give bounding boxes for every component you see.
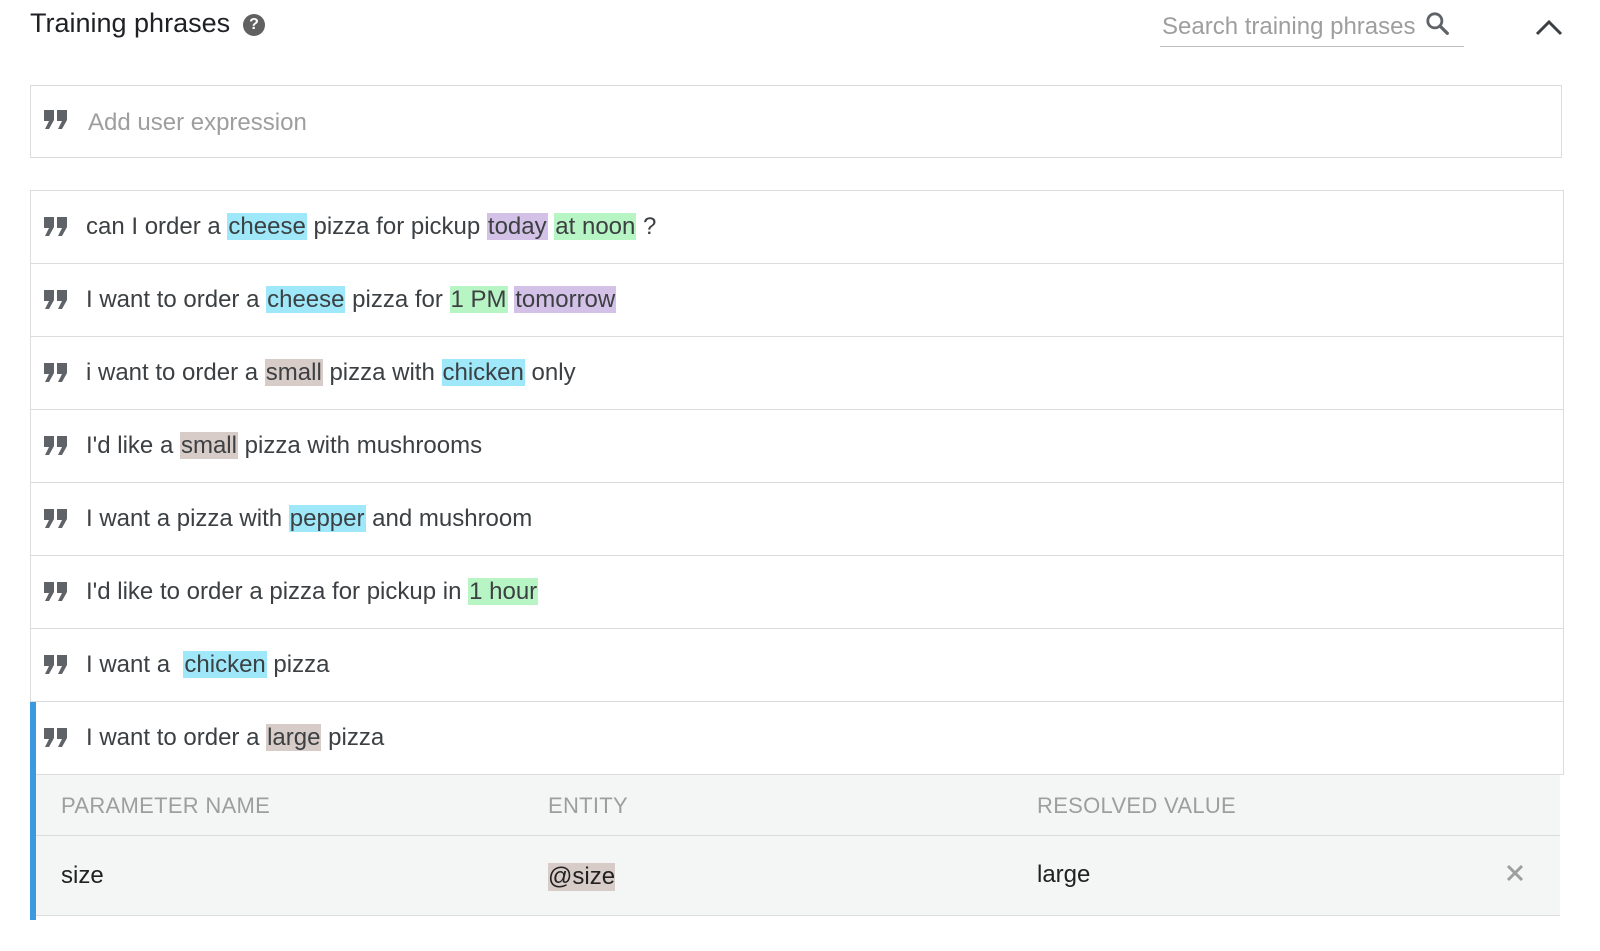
phrase-segment: I want to order a xyxy=(86,286,267,313)
entity-header: ENTITY xyxy=(548,793,629,818)
training-phrase-text[interactable]: i want to order a small pizza with chick… xyxy=(86,356,576,390)
training-phrase-row[interactable]: I want a chicken pizza xyxy=(30,629,1564,702)
quote-icon xyxy=(44,217,67,236)
quote-icon xyxy=(44,728,67,747)
search-icon[interactable] xyxy=(1424,10,1450,36)
phrase-segment: I'd like to order a pizza for pickup in xyxy=(86,578,469,605)
annotated-entity[interactable]: small xyxy=(264,359,323,386)
parameter-entity[interactable]: @size xyxy=(548,863,616,891)
training-phrase-text[interactable]: I want to order a large pizza xyxy=(86,721,384,755)
annotated-entity[interactable]: cheese xyxy=(227,213,307,240)
phrase-segment: pizza for pickup xyxy=(306,213,487,240)
phrase-segment: I want a xyxy=(86,651,184,678)
add-user-expression xyxy=(30,85,1562,158)
search-box xyxy=(1160,6,1464,47)
training-phrase-text[interactable]: I want a pizza with pepper and mushroom xyxy=(86,502,532,536)
phrase-segment: pizza for xyxy=(345,286,450,313)
phrase-segment: I want to order a xyxy=(86,724,267,751)
training-phrase-text[interactable]: I'd like to order a pizza for pickup in … xyxy=(86,575,539,609)
training-phrase-text[interactable]: I want to order a cheese pizza for 1 PM … xyxy=(86,283,617,317)
parameter-row[interactable]: size @size large xyxy=(36,836,1560,914)
parameter-table-header: PARAMETER NAME ENTITY RESOLVED VALUE xyxy=(36,775,1560,836)
phrase-segment: ? xyxy=(636,213,657,240)
parameter-resolved-value[interactable]: large xyxy=(1037,861,1090,889)
annotated-entity[interactable]: chicken xyxy=(441,359,525,386)
training-phrase-row[interactable]: I'd like to order a pizza for pickup in … xyxy=(30,556,1564,629)
training-phrase-text[interactable]: can I order a cheese pizza for pickup to… xyxy=(86,210,656,244)
phrase-segment: pizza with mushrooms xyxy=(237,432,483,459)
training-phrase-list: can I order a cheese pizza for pickup to… xyxy=(30,190,1564,775)
add-expression-input[interactable] xyxy=(86,104,1490,142)
quote-icon xyxy=(44,110,67,129)
training-phrase-row[interactable]: can I order a cheese pizza for pickup to… xyxy=(30,191,1564,264)
phrase-segment: pizza xyxy=(266,651,330,678)
training-phrase-text[interactable]: I want a chicken pizza xyxy=(86,648,329,682)
annotated-entity[interactable]: cheese xyxy=(266,286,346,313)
quote-icon xyxy=(44,582,67,601)
close-icon[interactable] xyxy=(1504,862,1526,884)
phrase-segment: I want a pizza with xyxy=(86,505,289,532)
annotated-entity[interactable]: at noon xyxy=(554,213,637,240)
quote-icon xyxy=(44,655,67,674)
annotated-entity[interactable]: large xyxy=(266,724,322,751)
phrase-segment: I'd like a xyxy=(86,432,180,459)
quote-icon xyxy=(44,509,67,528)
parameter-name[interactable]: size xyxy=(61,862,104,890)
training-phrase-row[interactable]: I want to order a cheese pizza for 1 PM … xyxy=(30,264,1564,337)
phrase-segment: and mushroom xyxy=(365,505,533,532)
phrase-segment: only xyxy=(524,359,576,386)
phrase-segment: can I order a xyxy=(86,213,228,240)
training-phrase-text[interactable]: I'd like a small pizza with mushrooms xyxy=(86,429,482,463)
quote-icon xyxy=(44,436,67,455)
parameter-name-header: PARAMETER NAME xyxy=(61,793,271,818)
training-phrase-row[interactable]: I want to order a large pizza xyxy=(30,702,1564,775)
annotated-entity[interactable]: today xyxy=(486,213,548,240)
resolved-value-header: RESOLVED VALUE xyxy=(1037,793,1237,818)
phrase-segment: pizza xyxy=(321,724,385,751)
annotated-entity[interactable]: small xyxy=(179,432,238,459)
quote-icon xyxy=(44,290,67,309)
chevron-up-icon[interactable] xyxy=(1532,12,1566,42)
annotated-entity[interactable]: tomorrow xyxy=(514,286,617,313)
quote-icon xyxy=(44,363,67,382)
parameter-table: PARAMETER NAME ENTITY RESOLVED VALUE siz… xyxy=(36,775,1560,916)
training-phrases-header: Training phrases ? xyxy=(0,0,1600,60)
search-input[interactable] xyxy=(1160,10,1419,44)
training-phrase-row[interactable]: i want to order a small pizza with chick… xyxy=(30,337,1564,410)
help-icon[interactable]: ? xyxy=(243,14,265,36)
phrase-segment: pizza with xyxy=(322,359,442,386)
phrase-segment: i want to order a xyxy=(86,359,265,386)
annotated-entity[interactable]: chicken xyxy=(183,651,267,678)
training-phrase-row[interactable]: I want a pizza with pepper and mushroom xyxy=(30,483,1564,556)
training-phrase-row[interactable]: I'd like a small pizza with mushrooms xyxy=(30,410,1564,483)
annotated-entity[interactable]: 1 PM xyxy=(449,286,508,313)
annotated-entity[interactable]: 1 hour xyxy=(468,578,539,605)
section-title: Training phrases xyxy=(30,8,231,38)
annotated-entity[interactable]: pepper xyxy=(288,505,366,532)
